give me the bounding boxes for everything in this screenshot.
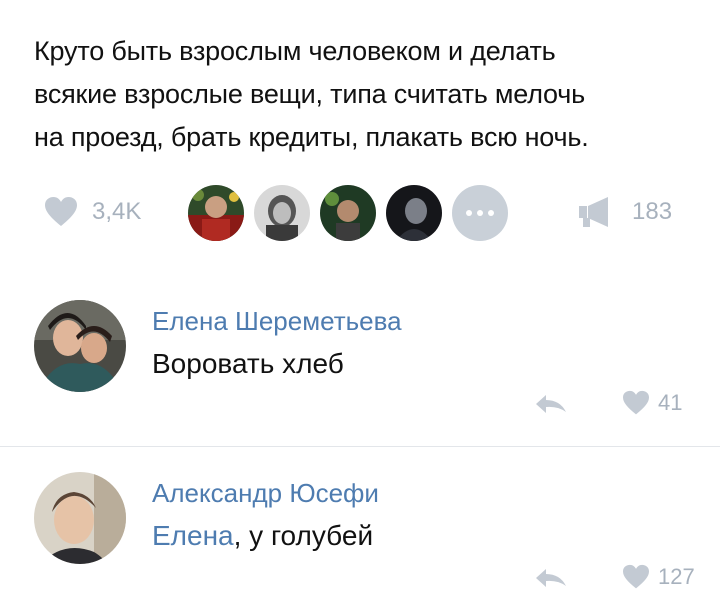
post-stats-bar: 3,4K 183 — [0, 182, 720, 246]
liker-avatar[interactable] — [386, 185, 442, 241]
post-text-line: на проезд, брать кредиты, плакать всю но… — [34, 122, 589, 152]
ellipsis-icon — [466, 210, 472, 216]
divider — [0, 446, 720, 447]
comment-like-button[interactable]: 127 — [622, 564, 695, 590]
reply-icon[interactable] — [534, 566, 568, 590]
liker-avatar[interactable] — [320, 185, 376, 241]
share-button[interactable]: 183 — [578, 196, 672, 228]
comment-like-count: 41 — [658, 390, 683, 415]
heart-icon — [623, 390, 649, 415]
megaphone-icon — [579, 197, 608, 227]
post-text: Круто быть взрослым человеком и делать в… — [34, 30, 694, 159]
post-text-line: всякие взрослые вещи, типа считать мелоч… — [34, 79, 586, 109]
comment-text: Елена, у голубей — [152, 520, 373, 552]
liker-avatar[interactable] — [254, 185, 310, 241]
comment-author[interactable]: Александр Юсефи — [152, 478, 379, 509]
comment: Елена Шереметьева Воровать хлеб 41 — [0, 296, 720, 446]
comment-text: Воровать хлеб — [152, 348, 344, 379]
liker-avatar[interactable] — [188, 185, 244, 241]
comment-like-button[interactable]: 41 — [622, 390, 682, 416]
like-button[interactable]: 3,4K — [44, 196, 141, 228]
reply-icon[interactable] — [534, 392, 568, 416]
post-text-line: Круто быть взрослым человеком и делать — [34, 36, 556, 66]
reply-to-link[interactable]: Елена — [152, 520, 234, 551]
heart-icon — [623, 564, 649, 589]
comment-text-body: , у голубей — [233, 520, 374, 551]
avatar[interactable] — [34, 472, 126, 564]
more-likers-button[interactable] — [452, 185, 508, 241]
share-count: 183 — [632, 198, 673, 225]
avatar[interactable] — [34, 300, 126, 392]
heart-icon — [45, 197, 77, 226]
like-count: 3,4K — [92, 198, 142, 225]
comment-author[interactable]: Елена Шереметьева — [152, 306, 402, 337]
comment: Александр Юсефи Елена, у голубей 127 — [0, 468, 720, 616]
comment-like-count: 127 — [658, 564, 695, 589]
